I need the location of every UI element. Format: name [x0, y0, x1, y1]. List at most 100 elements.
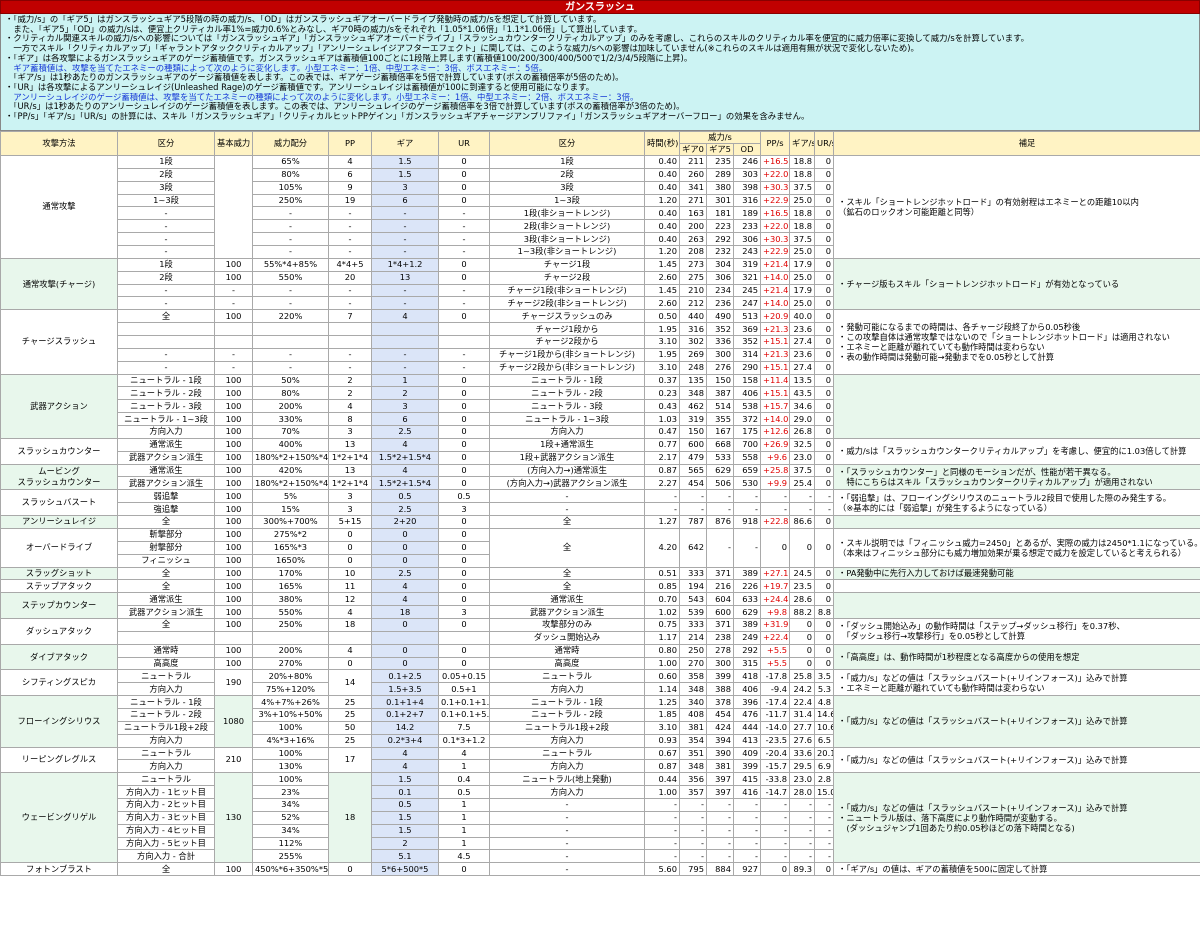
pps-cell: +25.8 [760, 463, 791, 478]
urs-cell: - [814, 489, 835, 504]
g5-cell: 167 [706, 425, 734, 439]
od-cell: 369 [732, 322, 762, 337]
kubun-cell: 方向入力 - 5ヒット目 [117, 836, 215, 851]
pp-cell: 3 [328, 489, 372, 504]
gear-cell: 5*6+500*5 [371, 862, 439, 877]
urs-cell: 0 [814, 193, 835, 208]
ratio-cell: 450%*6+350%*5 [252, 862, 329, 877]
time-cell: 0.50 [644, 309, 680, 324]
gear-cell: 2.5 [371, 502, 439, 517]
time-cell: 1.20 [644, 193, 680, 208]
od-cell: 352 [732, 335, 762, 349]
pps-cell: +30.3 [760, 180, 791, 195]
pp-cell: 0 [328, 553, 372, 568]
g0-cell: 319 [679, 412, 707, 427]
ur-cell [438, 322, 490, 337]
od-cell: 406 [732, 682, 762, 697]
note-cell [833, 592, 1200, 619]
table-row: スラッシュカウンター 通常派生 100 400% 13 4 0 1段+通常派生 0.77 600 6… [0, 437, 1200, 465]
pp-cell: 7 [328, 309, 372, 324]
kubun2-cell: 方向入力 [489, 785, 645, 799]
urs-cell: 3.5 [814, 669, 835, 684]
pps-cell: +16.5 [760, 155, 791, 169]
ur-cell: 0 [438, 180, 490, 195]
g5-cell: 424 [706, 720, 734, 735]
g0-cell: 462 [679, 399, 707, 414]
od-cell: 389 [732, 566, 762, 581]
od-cell: 315 [732, 656, 762, 671]
pps-cell: +15.1 [760, 360, 791, 375]
time-cell: - [644, 502, 680, 517]
note-line: ・「ギア」は各攻撃によるガンスラッシュギアのゲージ蓄積値です。ガンスラッシュギア… [5, 53, 693, 63]
gear-cell: 1.5 [371, 167, 439, 182]
gears-cell: 33.6 [789, 746, 816, 761]
od-cell: 538 [732, 399, 762, 414]
g5-cell: 490 [706, 309, 734, 324]
attack-name: ダッシュアタック [0, 617, 118, 645]
kubun2-cell: 通常時 [489, 643, 645, 658]
time-cell: 3.10 [644, 720, 680, 735]
ur-cell: 1 [438, 810, 490, 825]
pp-cell: 9 [328, 180, 372, 195]
ur-cell: 0 [438, 412, 490, 427]
kubun-cell: - [117, 232, 215, 247]
base-power-cell: 100 [214, 656, 253, 671]
gear-cell: 2 [371, 386, 439, 401]
gear-cell: 1.5+3.5 [371, 682, 439, 697]
g5-cell: 238 [706, 630, 734, 645]
base-power-cell [214, 322, 253, 337]
kubun2-cell: チャージ2段 [489, 270, 645, 285]
gears-cell: 0 [789, 630, 816, 645]
kubun2-cell: 2段 [489, 167, 645, 182]
g0-cell: 358 [679, 669, 707, 684]
od-cell: 513 [732, 309, 762, 324]
time-cell: 2.60 [644, 296, 680, 311]
urs-cell: 0 [814, 335, 835, 349]
od-cell: - [732, 489, 762, 504]
gear-cell: 4 [371, 437, 439, 452]
attack-name: スラッグショット [0, 566, 118, 581]
table-row: ウェービングリゲル ニュートラル 130 100% 18 1.5 0.4 ニュートラル(地上発… [0, 772, 1200, 864]
pp-cell: 13 [328, 437, 372, 452]
base-power-cell [214, 335, 253, 349]
kubun-cell: ニュートラル - 2段 [117, 386, 215, 401]
attack-name: リーピングレグルス [0, 746, 118, 774]
header-ratio: 威力配分 [252, 131, 329, 156]
gears-cell: 23.0 [789, 450, 816, 465]
gears-cell: 34.6 [789, 399, 816, 414]
ur-cell: 0 [438, 617, 490, 632]
g5-cell: - [706, 502, 734, 517]
pps-cell: -23.5 [760, 733, 791, 748]
g0-cell: 214 [679, 630, 707, 645]
kubun-cell: 斬撃部分 [117, 527, 215, 542]
ur-cell: - [438, 245, 490, 259]
urs-cell: 0 [814, 167, 835, 182]
header-note: 補足 [833, 131, 1200, 156]
time-cell: 2.27 [644, 476, 680, 491]
time-cell: 0.40 [644, 180, 680, 195]
g5-cell: 378 [706, 695, 734, 709]
urs-cell: 0 [814, 155, 835, 169]
time-cell: 1.03 [644, 412, 680, 427]
od-cell: 303 [732, 167, 762, 182]
ratio-cell: 34% [252, 797, 329, 812]
pp-cell: 11 [328, 579, 372, 594]
g0-cell: 333 [679, 566, 707, 581]
pps-cell: +5.5 [760, 656, 791, 671]
kubun-cell: 武器アクション派生 [117, 476, 215, 491]
kubun-cell [117, 322, 215, 337]
time-cell: 0.87 [644, 463, 680, 478]
kubun-cell: ニュートラル - 1段 [117, 695, 215, 709]
gear-cell: 0 [371, 643, 439, 658]
pp-cell: 12 [328, 592, 372, 607]
pps-cell: - [760, 489, 791, 504]
pps-cell: -33.8 [760, 772, 791, 787]
ratio-cell: - [252, 232, 329, 247]
attack-name: ステップアタック [0, 579, 118, 594]
pps-cell: +19.7 [760, 579, 791, 594]
od-cell: 233 [732, 219, 762, 234]
base-power-cell: - [214, 283, 253, 298]
gears-cell: 13.5 [789, 373, 816, 388]
gears-cell: 17.9 [789, 257, 816, 272]
ur-cell: 0 [438, 553, 490, 568]
